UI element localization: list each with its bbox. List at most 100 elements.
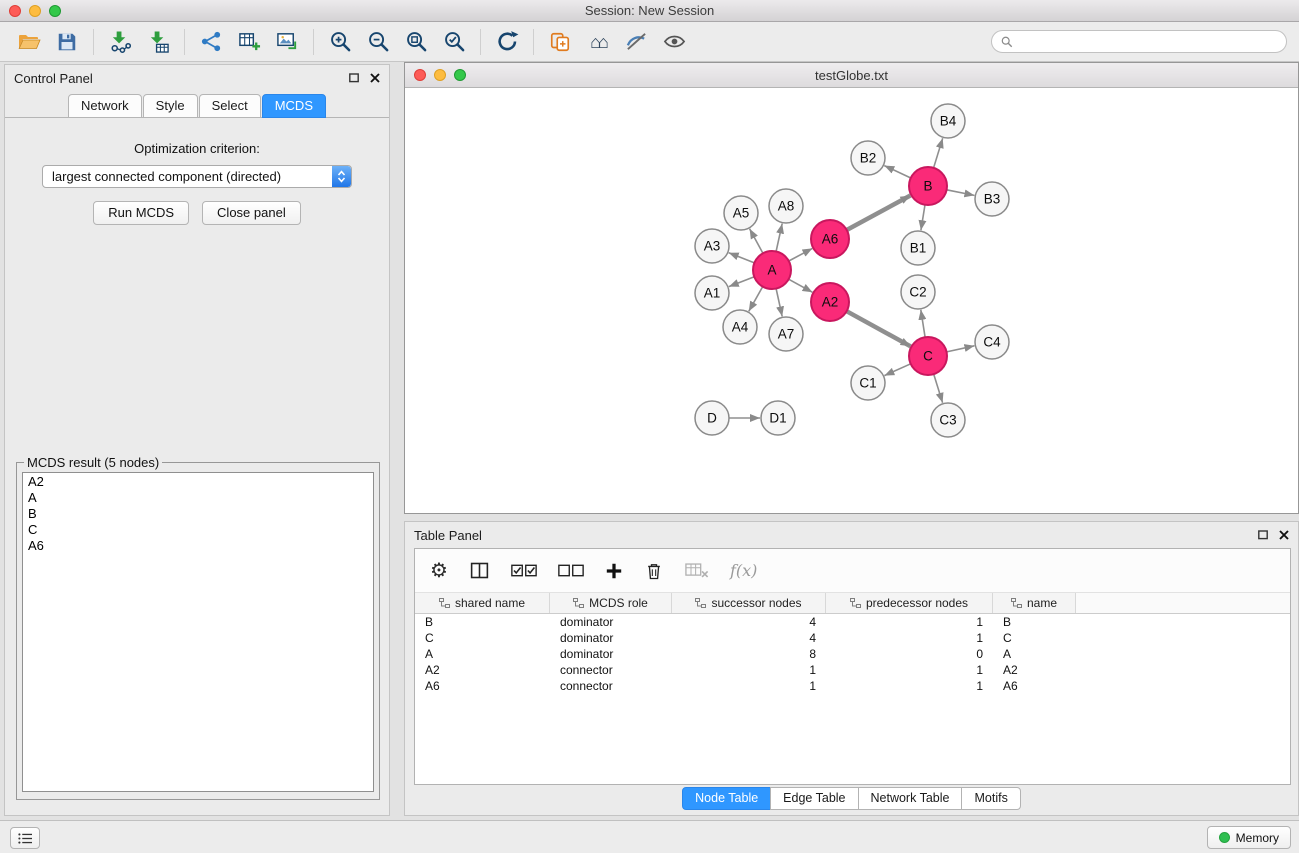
table-row[interactable]: Bdominator41B <box>415 614 1290 630</box>
zoom-window-button[interactable] <box>49 5 61 17</box>
close-window-button[interactable] <box>9 5 21 17</box>
graph-node-A1[interactable]: A1 <box>695 276 729 310</box>
mcds-result-item[interactable]: B <box>28 506 368 522</box>
table-row[interactable]: A2connector11A2 <box>415 662 1290 678</box>
tab-select[interactable]: Select <box>199 94 261 118</box>
minimize-window-button[interactable] <box>29 5 41 17</box>
search-field[interactable] <box>991 30 1287 53</box>
show-hide-button[interactable] <box>655 26 693 58</box>
graph-edge-B-B2[interactable] <box>884 166 911 178</box>
graph-node-A6[interactable]: A6 <box>811 220 849 258</box>
close-network-window-button[interactable] <box>414 69 426 81</box>
hide-details-button[interactable] <box>617 26 655 58</box>
graph-edge-C-C3[interactable] <box>934 374 943 403</box>
new-table-button[interactable] <box>230 26 268 58</box>
save-session-button[interactable] <box>48 26 86 58</box>
graph-node-C[interactable]: C <box>909 337 947 375</box>
float-panel-icon[interactable] <box>349 73 359 83</box>
home-button[interactable]: ⌂⌂ <box>579 26 617 58</box>
tab-edge-table[interactable]: Edge Table <box>770 787 858 810</box>
select-all-icon[interactable] <box>511 563 537 578</box>
zoom-out-button[interactable] <box>359 26 397 58</box>
import-table-file-button[interactable] <box>139 26 177 58</box>
close-panel-icon[interactable] <box>370 73 380 83</box>
function-builder-icon[interactable]: f(x) <box>730 561 757 580</box>
graph-edge-B-B3[interactable] <box>947 190 975 196</box>
graph-edge-B-B1[interactable] <box>921 205 925 230</box>
delete-column-icon[interactable] <box>644 561 664 581</box>
close-panel-button[interactable]: Close panel <box>202 201 301 225</box>
new-network-button[interactable] <box>192 26 230 58</box>
table-row[interactable]: A6connector11A6 <box>415 678 1290 694</box>
graph-node-B1[interactable]: B1 <box>901 231 935 265</box>
graph-node-A7[interactable]: A7 <box>769 317 803 351</box>
graph-node-A5[interactable]: A5 <box>724 196 758 230</box>
close-panel-icon[interactable] <box>1279 530 1289 540</box>
table-row[interactable]: Cdominator41C <box>415 630 1290 646</box>
tab-mcds[interactable]: MCDS <box>262 94 326 118</box>
graph-edge-A6-B[interactable] <box>847 196 911 231</box>
graph-edge-A-A5[interactable] <box>750 229 763 254</box>
optimization-criterion-dropdown[interactable]: largest connected component (directed) <box>42 165 352 188</box>
graph-edge-C-C4[interactable] <box>947 346 975 352</box>
graph-node-B4[interactable]: B4 <box>931 104 965 138</box>
refresh-layout-button[interactable] <box>488 26 526 58</box>
column-selector-icon[interactable] <box>469 560 490 581</box>
tab-network[interactable]: Network <box>68 94 142 118</box>
zoom-network-window-button[interactable] <box>454 69 466 81</box>
tab-node-table[interactable]: Node Table <box>682 787 771 810</box>
graph-edge-A2-C[interactable] <box>847 311 911 346</box>
tab-network-table[interactable]: Network Table <box>858 787 963 810</box>
graph-node-C2[interactable]: C2 <box>901 275 935 309</box>
run-mcds-button[interactable]: Run MCDS <box>93 201 189 225</box>
graph-node-C3[interactable]: C3 <box>931 403 965 437</box>
table-row[interactable]: Adominator80A <box>415 646 1290 662</box>
mcds-result-item[interactable]: A6 <box>28 538 368 554</box>
network-canvas[interactable]: B4B2BB3A5A8A6B1A3AC2A1A2A4A7CC4C1C3DD1 <box>405 89 1298 513</box>
graph-node-A8[interactable]: A8 <box>769 189 803 223</box>
gear-icon[interactable]: ⚙ <box>430 561 448 581</box>
mcds-result-item[interactable]: A2 <box>28 474 368 490</box>
graph-node-B[interactable]: B <box>909 167 947 205</box>
graph-node-D[interactable]: D <box>695 401 729 435</box>
deselect-all-icon[interactable] <box>558 563 584 578</box>
import-network-file-button[interactable] <box>101 26 139 58</box>
column-header[interactable]: MCDS role <box>550 593 672 613</box>
graph-edge-A-A7[interactable] <box>776 289 782 317</box>
graph-node-B2[interactable]: B2 <box>851 141 885 175</box>
minimize-network-window-button[interactable] <box>434 69 446 81</box>
graph-node-B3[interactable]: B3 <box>975 182 1009 216</box>
task-history-button[interactable] <box>10 827 40 849</box>
tab-motifs[interactable]: Motifs <box>961 787 1020 810</box>
column-header[interactable]: shared name <box>415 593 550 613</box>
mcds-result-list[interactable]: A2ABCA6 <box>22 472 374 792</box>
mcds-result-item[interactable]: A <box>28 490 368 506</box>
graph-edge-C-C2[interactable] <box>921 310 925 337</box>
open-panel-button[interactable] <box>541 26 579 58</box>
zoom-selected-button[interactable] <box>435 26 473 58</box>
graph-node-A[interactable]: A <box>753 251 791 289</box>
column-header[interactable]: successor nodes <box>672 593 826 613</box>
graph-node-C4[interactable]: C4 <box>975 325 1009 359</box>
graph-edge-B-B4[interactable] <box>934 138 943 168</box>
tab-style[interactable]: Style <box>143 94 198 118</box>
zoom-in-button[interactable] <box>321 26 359 58</box>
column-header[interactable]: name <box>993 593 1076 613</box>
search-input[interactable] <box>1018 35 1277 49</box>
mcds-result-item[interactable]: C <box>28 522 368 538</box>
graph-edge-C-C1[interactable] <box>884 364 910 376</box>
export-image-button[interactable] <box>268 26 306 58</box>
graph-edge-A-A3[interactable] <box>729 253 755 263</box>
graph-edge-A-A4[interactable] <box>749 287 763 312</box>
graph-edge-A-A6[interactable] <box>789 248 813 261</box>
graph-edge-A-A2[interactable] <box>789 279 813 292</box>
graph-node-A4[interactable]: A4 <box>723 310 757 344</box>
zoom-fit-button[interactable] <box>397 26 435 58</box>
add-column-icon[interactable] <box>605 562 623 580</box>
graph-edge-A-A1[interactable] <box>729 277 755 287</box>
graph-node-D1[interactable]: D1 <box>761 401 795 435</box>
float-panel-icon[interactable] <box>1258 530 1268 540</box>
open-session-button[interactable] <box>10 26 48 58</box>
column-header[interactable]: predecessor nodes <box>826 593 993 613</box>
memory-button[interactable]: Memory <box>1207 826 1291 849</box>
